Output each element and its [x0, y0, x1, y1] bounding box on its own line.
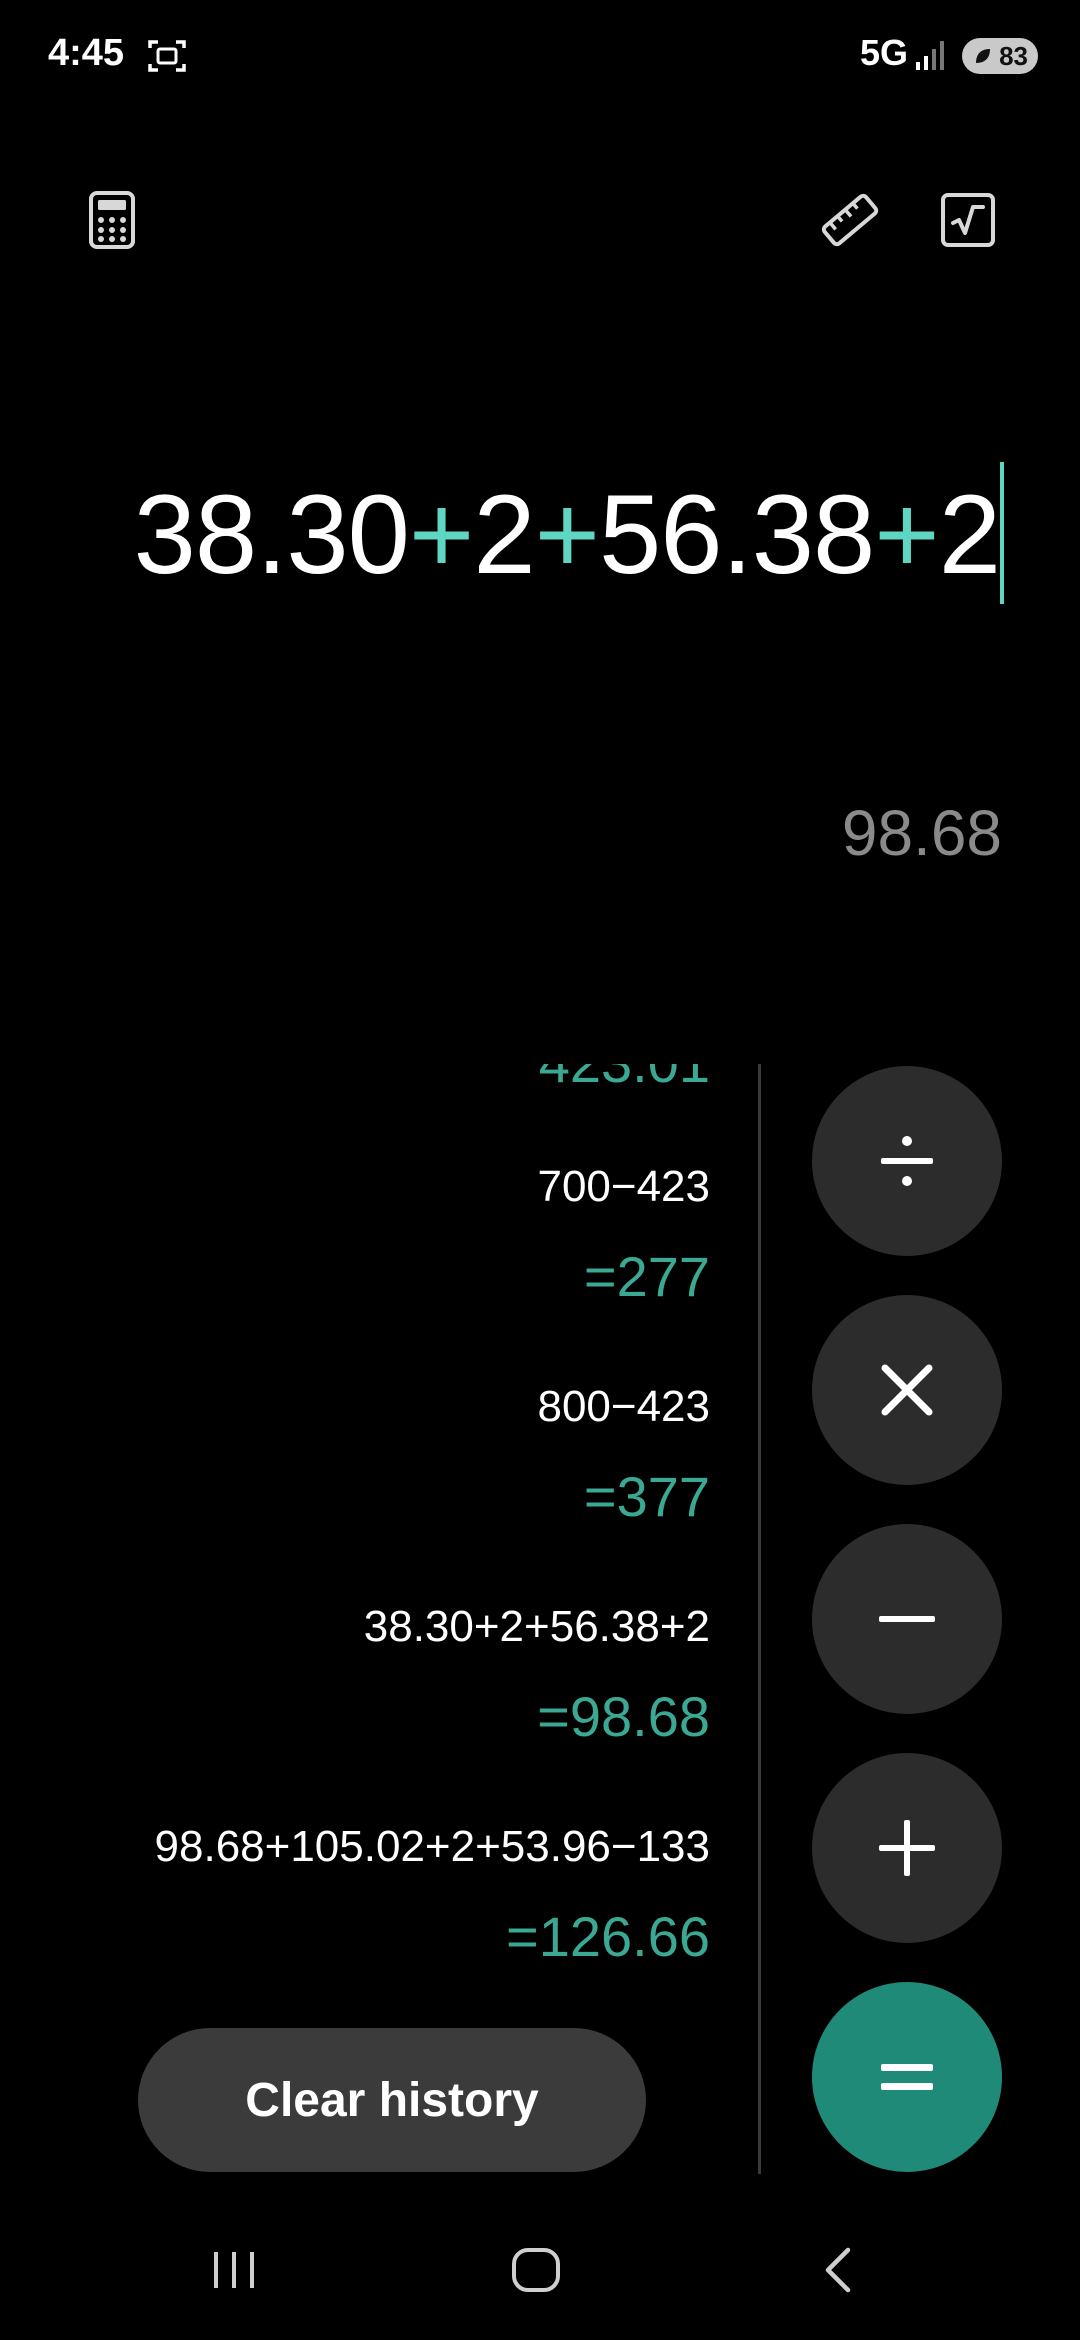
network-label: 5G: [860, 32, 909, 73]
history-divider: [758, 1064, 761, 2174]
multiply-icon: [881, 1364, 933, 1416]
home-button[interactable]: [496, 2230, 576, 2310]
expression-operand: 2: [938, 472, 1001, 597]
equals-icon: [881, 2064, 933, 2090]
expression-display[interactable]: 38.30+2+56.38+2: [133, 470, 1001, 600]
screenshot-icon: [148, 38, 186, 74]
back-button[interactable]: [800, 2230, 880, 2310]
battery-level: 83: [999, 40, 1028, 71]
preview-result: 98.68: [841, 797, 1002, 869]
history-expression[interactable]: 700−423: [537, 1162, 710, 1212]
unit-converter-button[interactable]: [810, 180, 890, 260]
divide-icon: [881, 1136, 933, 1186]
history-result[interactable]: =98.68: [537, 1684, 710, 1749]
add-button[interactable]: [812, 1753, 1002, 1943]
recent-apps-icon: [214, 2252, 254, 2288]
history-result[interactable]: =126.66: [506, 1904, 710, 1969]
expression-operand: 38.30: [133, 472, 410, 597]
signal-icon: [914, 38, 948, 72]
expression-operand: 56.38: [599, 472, 875, 597]
square-root-icon: [941, 193, 995, 247]
leaf-icon: [976, 49, 990, 63]
expression-operand: 2: [473, 472, 535, 597]
plus-icon: [879, 1820, 935, 1876]
status-time: 4:45: [48, 32, 125, 74]
subtract-button[interactable]: [812, 1524, 1002, 1714]
minus-icon: [879, 1616, 935, 1622]
scientific-mode-button[interactable]: [928, 180, 1008, 260]
divide-button[interactable]: [812, 1066, 1002, 1256]
back-icon: [825, 2247, 851, 2293]
home-icon: [512, 2248, 560, 2292]
multiply-button[interactable]: [812, 1295, 1002, 1485]
history-expression[interactable]: 98.68+105.02+2+53.96−133: [155, 1822, 710, 1872]
status-bar: 4:45 5G 83: [0, 0, 1080, 110]
history-expression[interactable]: 38.30+2+56.38+2: [364, 1602, 710, 1652]
equals-button[interactable]: [812, 1982, 1002, 2172]
clear-history-button[interactable]: Clear history: [138, 2028, 646, 2172]
history-expression[interactable]: 800−423: [537, 1382, 710, 1432]
history-list[interactable]: 423.01 700−423 =277 800−423 =377 38.30+2…: [0, 1064, 760, 2024]
text-cursor: [1000, 462, 1004, 604]
expression-operator: +: [874, 472, 939, 597]
calculator-icon: [89, 191, 135, 249]
history-result-partial[interactable]: 423.01: [539, 1064, 710, 1095]
battery-indicator: 83: [962, 38, 1038, 74]
expression-operator: +: [408, 472, 474, 597]
history-result[interactable]: =377: [584, 1464, 710, 1529]
ruler-icon: [821, 193, 879, 247]
calculator-mode-button[interactable]: [72, 180, 152, 260]
history-result[interactable]: =277: [584, 1244, 710, 1309]
recent-apps-button[interactable]: [194, 2230, 274, 2310]
expression-operator: +: [534, 472, 600, 597]
